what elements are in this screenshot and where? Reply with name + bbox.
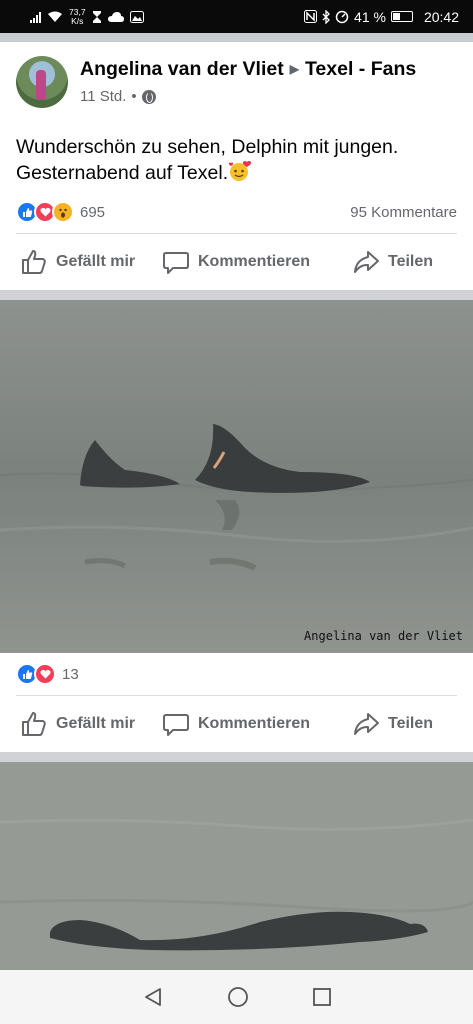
cloud-icon	[107, 11, 124, 22]
photo-watermark: Angelina van der Vliet	[304, 629, 463, 643]
author-name[interactable]: Angelina van der Vliet	[80, 58, 284, 80]
feed-separator	[0, 33, 473, 42]
back-icon[interactable]	[142, 986, 164, 1008]
post-title: Angelina van der Vliet ▶ Texel - Fans	[80, 58, 416, 81]
hourglass-icon	[92, 10, 101, 23]
dolphin-photo-image	[0, 300, 473, 653]
share-arrow-icon	[354, 713, 379, 735]
love-reaction-icon	[34, 663, 56, 685]
share-label: Teilen	[388, 253, 434, 270]
comment-label: Kommentieren	[198, 715, 311, 732]
navigation-bar	[0, 970, 473, 1024]
bluetooth-icon	[322, 9, 330, 24]
like-label: Gefällt mir	[56, 715, 136, 732]
dolphin-photo-2[interactable]	[0, 762, 473, 970]
post-meta: 11 Std. •	[80, 88, 156, 105]
data-saver-icon	[335, 10, 349, 23]
wifi-icon	[48, 11, 62, 22]
dolphin-photo-2-image	[0, 762, 473, 970]
home-icon[interactable]	[227, 986, 249, 1008]
photo-reactions-summary[interactable]: 13	[16, 661, 457, 687]
group-name[interactable]: Texel - Fans	[305, 58, 416, 80]
avatar[interactable]	[16, 56, 68, 108]
comment-icon	[163, 714, 189, 736]
feed-separator	[0, 752, 473, 762]
photo-share-button[interactable]: Teilen	[352, 710, 433, 738]
arrow-right-icon: ▶	[289, 62, 299, 76]
thumbs-up-icon	[22, 712, 46, 736]
comment-count[interactable]: 95 Kommentare	[350, 204, 457, 221]
battery-icon	[390, 11, 413, 22]
post-text-line1: Wunderschön zu sehen, Delphin mit jungen…	[16, 136, 399, 158]
comment-label: Kommentieren	[198, 253, 311, 270]
post-text-line2: Gesternabend auf Texel.	[16, 162, 229, 184]
speed-unit: K/s	[71, 15, 84, 26]
photo-reaction-count: 13	[62, 665, 79, 683]
photo-comment-button[interactable]: Kommentieren	[162, 710, 310, 738]
comment-button[interactable]: Kommentieren	[162, 248, 310, 276]
post-actions: Gefällt mir Kommentieren Teilen	[0, 234, 473, 290]
share-label: Teilen	[388, 715, 434, 732]
meta-separator: •	[131, 88, 137, 105]
clock: 20:42	[423, 8, 459, 25]
battery-percent: 41 %	[354, 8, 386, 25]
photo-like-button[interactable]: Gefällt mir	[20, 710, 135, 738]
share-button[interactable]: Teilen	[352, 248, 433, 276]
comment-icon	[163, 252, 189, 274]
post-text: Wunderschön zu sehen, Delphin mit jungen…	[16, 134, 456, 186]
reactions-summary[interactable]: 695 95 Kommentare	[16, 199, 457, 225]
thumbs-up-icon	[22, 250, 46, 274]
nfc-icon	[304, 10, 318, 23]
like-label: Gefällt mir	[56, 253, 136, 270]
recents-icon[interactable]	[312, 987, 332, 1007]
post-time[interactable]: 11 Std.	[80, 88, 126, 105]
reaction-count: 695	[80, 203, 106, 221]
dolphin-photo[interactable]: Angelina van der Vliet	[0, 300, 473, 653]
signal-icon	[30, 11, 41, 23]
smiling-face-with-hearts-icon	[228, 161, 252, 181]
like-button[interactable]: Gefällt mir	[20, 248, 135, 276]
status-bar: 73,7 K/s 41 % 20:42	[0, 0, 473, 33]
wow-reaction-icon	[52, 201, 74, 223]
gallery-icon	[129, 10, 144, 23]
photo-actions: Gefällt mir Kommentieren Teilen	[0, 696, 473, 752]
globe-icon	[141, 89, 156, 104]
feed-separator	[0, 290, 473, 300]
network-speed: 73,7 K/s	[69, 7, 86, 26]
share-arrow-icon	[354, 251, 379, 273]
post-header: Angelina van der Vliet ▶ Texel - Fans 11 S…	[0, 42, 473, 122]
